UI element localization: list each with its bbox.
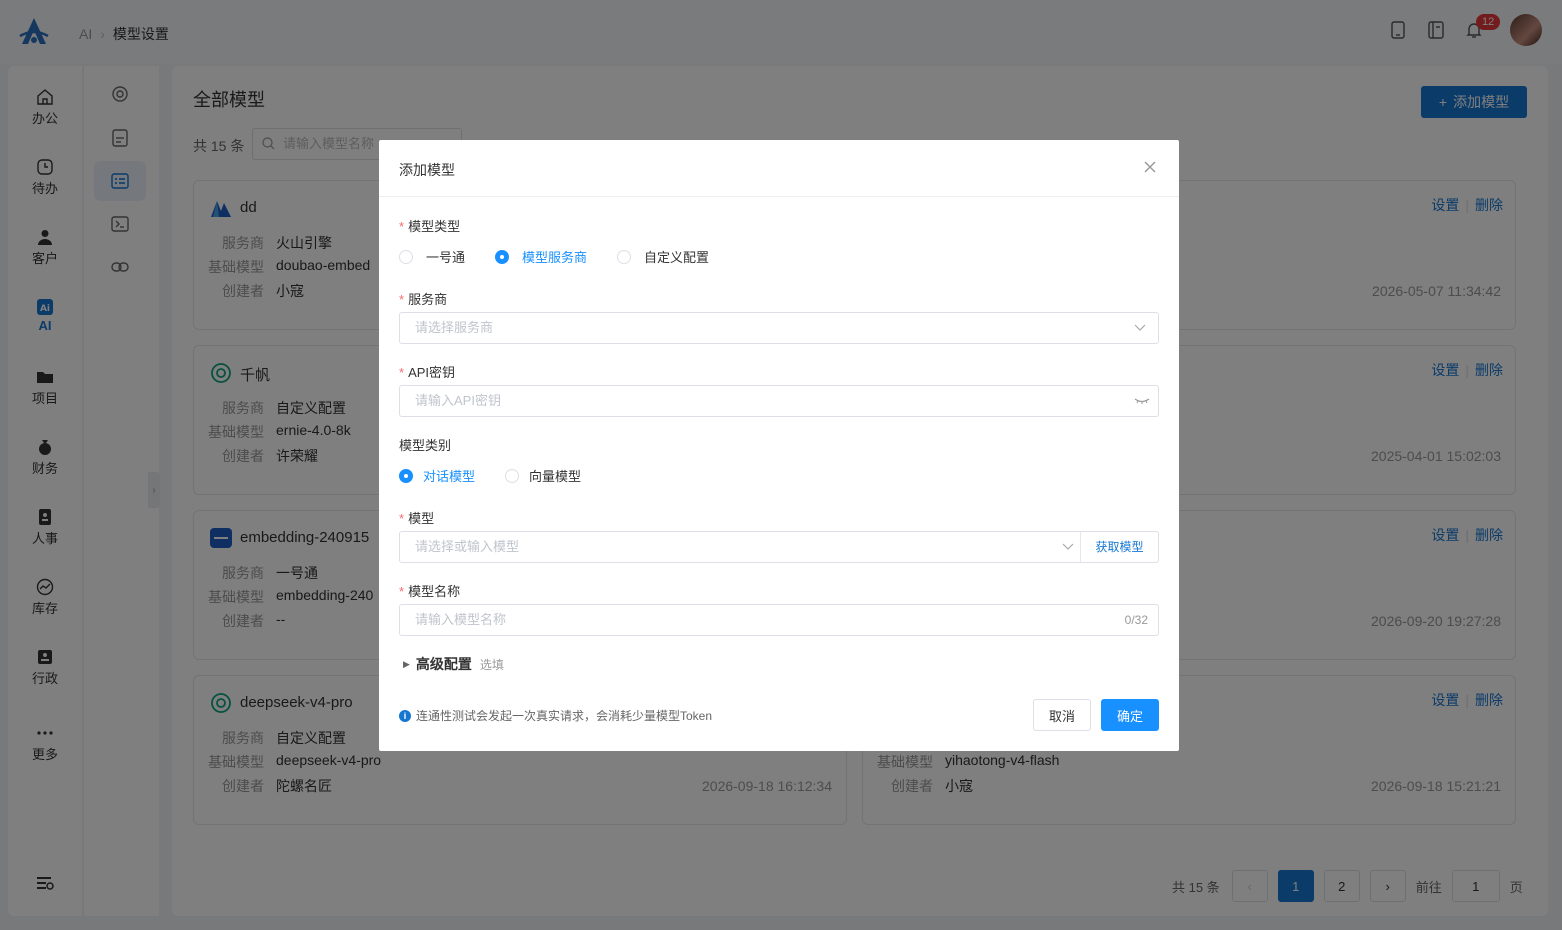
dialog-title: 添加模型: [399, 162, 455, 178]
cancel-button[interactable]: 取消: [1033, 699, 1091, 731]
model-name-input[interactable]: 请输入模型名称 0/32: [399, 604, 1159, 636]
radio-label: 模型服务商: [522, 250, 588, 265]
provider-label-text: 服务商: [408, 292, 448, 307]
api-key-label: * API密钥: [399, 365, 456, 380]
radio-yihaotong[interactable]: 一号通: [399, 247, 465, 266]
model-placeholder: 请选择或输入模型: [415, 539, 520, 554]
chevron-down-icon: [1134, 324, 1146, 331]
model-name-label-text: 模型名称: [408, 584, 461, 599]
model-name-label: * 模型名称: [399, 584, 461, 599]
model-label-text: 模型: [408, 511, 435, 526]
radio-label: 对话模型: [423, 469, 476, 484]
model-name-placeholder: 请输入模型名称: [415, 612, 507, 627]
close-icon[interactable]: [1141, 158, 1159, 176]
api-key-label-text: API密钥: [408, 365, 456, 380]
radio-label: 一号通: [426, 250, 466, 265]
advanced-config-toggle[interactable]: ▶ 高级配置 选填: [403, 654, 504, 674]
category-radio-group: 对话模型 向量模型: [399, 466, 611, 485]
char-counter: 0/32: [1124, 613, 1148, 627]
provider-select[interactable]: 请选择服务商: [399, 312, 1159, 344]
provider-placeholder: 请选择服务商: [415, 320, 494, 335]
tip-text: 连通性测试会发起一次真实请求，会消耗少量模型Token: [416, 709, 713, 723]
model-type-radio-group: 一号通 模型服务商 自定义配置: [399, 247, 739, 266]
radio-vector-model[interactable]: 向量模型: [505, 466, 581, 485]
provider-label: * 服务商: [399, 292, 448, 307]
radio-label: 向量模型: [529, 469, 582, 484]
radio-custom-config[interactable]: 自定义配置: [617, 247, 709, 266]
model-type-label-text: 模型类型: [408, 219, 461, 234]
model-label: * 模型: [399, 511, 435, 526]
connectivity-tip: i 连通性测试会发起一次真实请求，会消耗少量模型Token: [399, 707, 712, 724]
model-type-label: * 模型类型: [399, 219, 461, 234]
dialog-header: 添加模型: [379, 140, 1179, 197]
eye-closed-icon[interactable]: [1134, 397, 1150, 405]
radio-model-provider[interactable]: 模型服务商: [495, 247, 587, 266]
advanced-config-hint: 选填: [479, 657, 504, 672]
radio-label: 自定义配置: [644, 250, 710, 265]
api-key-input[interactable]: 请输入API密钥: [399, 385, 1159, 417]
radio-chat-model[interactable]: 对话模型: [399, 466, 475, 485]
confirm-button[interactable]: 确定: [1101, 699, 1159, 731]
add-model-dialog: 添加模型 * 模型类型 一号通 模型服务商 自定义配置 * 服务商 请选择服务商 *…: [379, 140, 1179, 751]
category-label: 模型类别: [399, 435, 451, 454]
advanced-config-label: 高级配置: [415, 656, 472, 672]
category-label-text: 模型类别: [399, 438, 452, 453]
model-select[interactable]: 请选择或输入模型 获取模型: [399, 531, 1159, 563]
chevron-down-icon: [1062, 543, 1074, 550]
api-key-placeholder: 请输入API密钥: [415, 393, 501, 408]
caret-right-icon: ▶: [403, 658, 410, 669]
info-icon: i: [399, 709, 411, 722]
fetch-models-button[interactable]: 获取模型: [1080, 532, 1158, 562]
